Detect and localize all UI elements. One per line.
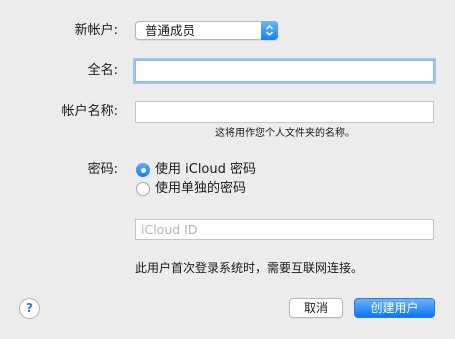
- account-name-label: 帐户名称:: [61, 104, 118, 119]
- radio-use-icloud-label: 使用 iCloud 密码: [155, 162, 257, 177]
- radio-use-separate-label: 使用单独的密码: [155, 181, 247, 196]
- account-name-field[interactable]: [135, 101, 434, 123]
- radio-unselected-icon: [136, 182, 150, 196]
- account-name-help-text: 这将用作您个人文件夹的名称。: [215, 128, 355, 139]
- help-button[interactable]: ?: [19, 298, 40, 319]
- icloud-id-placeholder: iCloud ID: [141, 222, 198, 237]
- account-type-popup[interactable]: 普通成员: [135, 21, 278, 40]
- icloud-id-field[interactable]: iCloud ID: [135, 219, 434, 240]
- password-label: 密码:: [87, 162, 118, 177]
- internet-required-notice: 此用户首次登录系统时，需要互联网连接。: [135, 261, 364, 275]
- cancel-button[interactable]: 取消: [289, 298, 343, 318]
- radio-selected-icon: [136, 163, 150, 177]
- chevron-updown-icon: [261, 21, 278, 40]
- full-name-label: 全名:: [87, 63, 118, 78]
- new-account-label: 新帐户:: [74, 23, 118, 38]
- radio-use-separate-password[interactable]: 使用单独的密码: [136, 181, 336, 199]
- radio-use-icloud-password[interactable]: 使用 iCloud 密码: [136, 162, 336, 180]
- create-user-button[interactable]: 创建用户: [354, 298, 435, 318]
- full-name-field[interactable]: [135, 60, 434, 82]
- account-type-value: 普通成员: [145, 23, 196, 38]
